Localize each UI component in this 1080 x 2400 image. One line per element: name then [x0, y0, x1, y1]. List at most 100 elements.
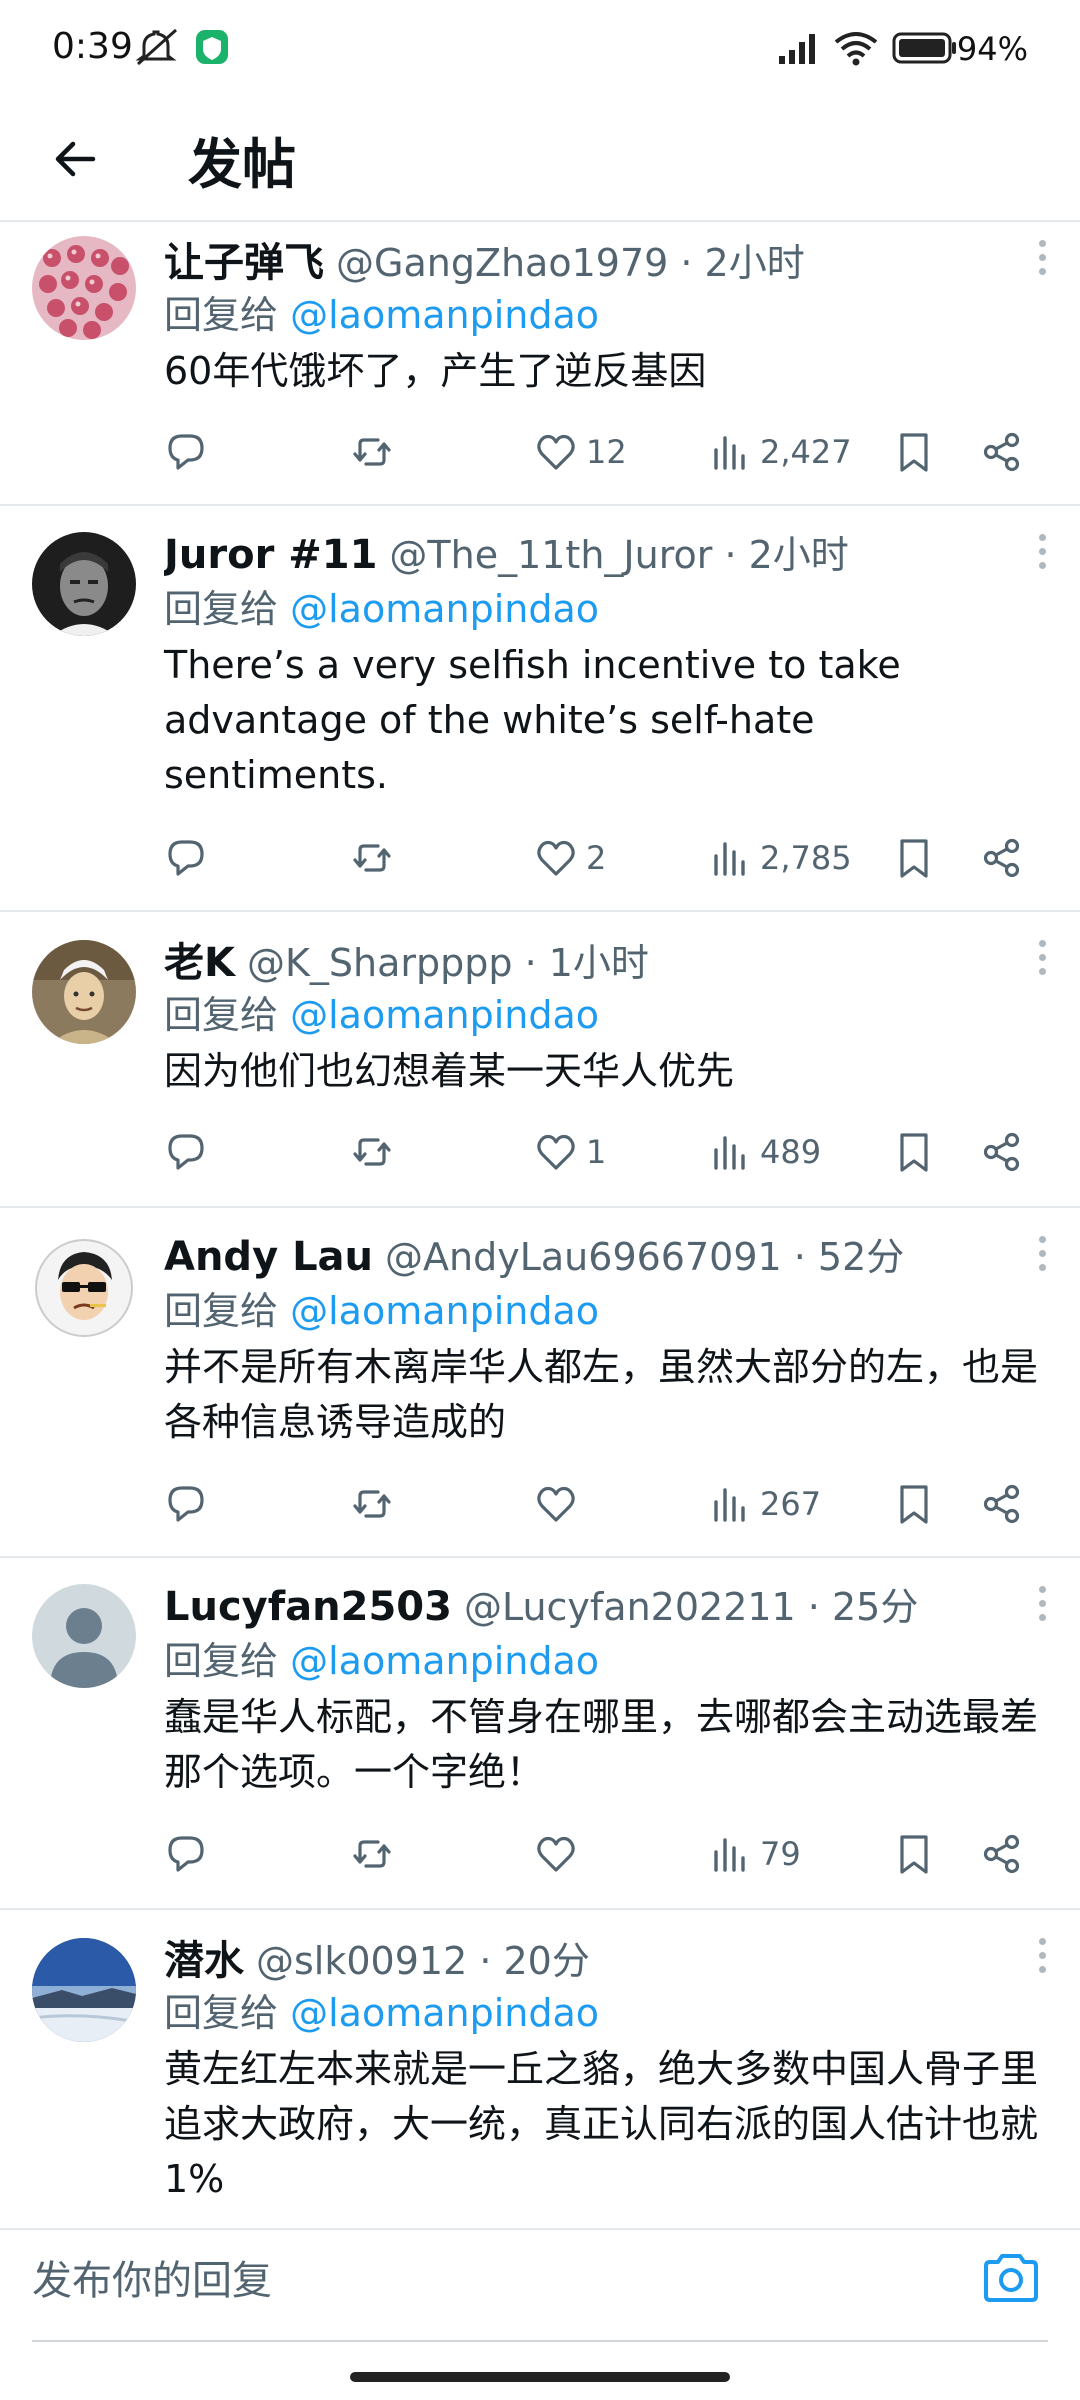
- views-button[interactable]: 2,785: [708, 828, 852, 888]
- bookmark-icon: [892, 430, 936, 474]
- reply-to-mention[interactable]: @laomanpindao: [290, 1289, 599, 1333]
- avatar[interactable]: [32, 1236, 136, 1340]
- reply-to-mention[interactable]: @laomanpindao: [290, 993, 599, 1037]
- avatar[interactable]: [32, 940, 136, 1044]
- handle-time: @AndyLau69667091 · 52分: [385, 1235, 905, 1279]
- more-options-button[interactable]: [1022, 1930, 1062, 1980]
- avatar[interactable]: [32, 532, 136, 636]
- avatar[interactable]: [32, 1584, 136, 1688]
- like-button[interactable]: 12: [534, 422, 627, 482]
- handle-time: @Lucyfan202211 · 25分: [463, 1585, 919, 1629]
- reply-item[interactable]: 让子弹飞 @GangZhao1979 · 2小时 回复给 @laomanpind…: [0, 222, 1080, 506]
- bookmark-button[interactable]: [892, 1122, 936, 1182]
- views-button[interactable]: 489: [708, 1122, 821, 1182]
- camera-button[interactable]: [978, 2246, 1044, 2312]
- avatar[interactable]: [32, 236, 136, 340]
- arrow-left-icon: [55, 141, 96, 177]
- more-options-button[interactable]: [1022, 1578, 1062, 1628]
- share-button[interactable]: [980, 828, 1024, 888]
- like-button[interactable]: [534, 1824, 586, 1884]
- like-button[interactable]: 1: [534, 1122, 606, 1182]
- reply-input[interactable]: 发布你的回复: [32, 2248, 272, 2306]
- reply-item[interactable]: Juror #11 @The_11th_Juror · 2小时 回复给 @lao…: [0, 506, 1080, 912]
- more-options-button[interactable]: [1022, 932, 1062, 982]
- status-bar: 0:39 94%: [0, 0, 1080, 100]
- share-icon: [980, 1130, 1024, 1174]
- view-count: 2,785: [760, 839, 852, 877]
- bookmark-button[interactable]: [892, 828, 936, 888]
- shield-app-icon: [194, 28, 230, 72]
- reply-text: 并不是所有木离岸华人都左，虽然大部分的左，也是各种信息诱导造成的: [164, 1345, 1039, 1444]
- repost-icon: [350, 1482, 394, 1526]
- back-button[interactable]: [40, 124, 110, 194]
- views-button[interactable]: 2,427: [708, 422, 852, 482]
- reply-to-mention[interactable]: @laomanpindao: [290, 1639, 599, 1683]
- repost-icon: [350, 430, 394, 474]
- views-bar-chart-icon: [708, 430, 752, 474]
- share-icon: [980, 836, 1024, 880]
- home-indicator[interactable]: [350, 2372, 730, 2382]
- display-name[interactable]: Lucyfan2503: [164, 1584, 452, 1630]
- reply-prefix: 回复给: [164, 1639, 279, 1683]
- reply-composer: 发布你的回复: [0, 2226, 1080, 2336]
- reply-item[interactable]: 潜水 @slk00912 · 20分 回复给 @laomanpindao 黄左红…: [0, 1910, 1080, 2230]
- bookmark-icon: [892, 1482, 936, 1526]
- repost-button[interactable]: [350, 1474, 394, 1534]
- reply-body: 老K @K_Sharpppp · 1小时 回复给 @laomanpindao 因…: [164, 930, 1056, 1099]
- display-name[interactable]: 老K: [164, 930, 235, 986]
- reply-item[interactable]: Lucyfan2503 @Lucyfan202211 · 25分 回复给 @la…: [0, 1558, 1080, 1910]
- share-button[interactable]: [980, 1474, 1024, 1534]
- reply-button[interactable]: [164, 1474, 208, 1534]
- reply-prefix: 回复给: [164, 293, 279, 337]
- more-options-button[interactable]: [1022, 526, 1062, 576]
- avatar[interactable]: [32, 1938, 136, 2042]
- reply-button[interactable]: [164, 1122, 208, 1182]
- reply-to-mention[interactable]: @laomanpindao: [290, 587, 599, 631]
- action-bar: 1 489: [164, 1122, 1034, 1182]
- views-button[interactable]: 79: [708, 1824, 801, 1884]
- reply-text: 蠢是华人标配，不管身在哪里，去哪都会主动选最差那个选项。一个字绝！: [164, 1695, 1039, 1794]
- reply-to-mention[interactable]: @laomanpindao: [290, 1991, 599, 2035]
- bookmark-button[interactable]: [892, 1474, 936, 1534]
- more-options-button[interactable]: [1022, 232, 1062, 282]
- replies-feed: 让子弹飞 @GangZhao1979 · 2小时 回复给 @laomanpind…: [0, 222, 1080, 2230]
- repost-button[interactable]: [350, 1122, 394, 1182]
- reply-to-mention[interactable]: @laomanpindao: [290, 293, 599, 337]
- reply-to-line: 回复给 @laomanpindao: [164, 286, 1056, 344]
- like-button[interactable]: [534, 1474, 586, 1534]
- bookmark-button[interactable]: [892, 1824, 936, 1884]
- reply-prefix: 回复给: [164, 587, 279, 631]
- share-icon: [980, 1482, 1024, 1526]
- handle-time: @The_11th_Juror · 2小时: [389, 533, 849, 577]
- reply-item[interactable]: 老K @K_Sharpppp · 1小时 回复给 @laomanpindao 因…: [0, 912, 1080, 1208]
- status-time: 0:39: [52, 26, 133, 67]
- views-button[interactable]: 267: [708, 1474, 821, 1534]
- more-vertical-icon: [1038, 1235, 1046, 1243]
- reply-bubble-icon: [164, 1130, 208, 1174]
- bookmark-icon: [892, 1130, 936, 1174]
- repost-icon: [350, 1130, 394, 1174]
- repost-button[interactable]: [350, 422, 394, 482]
- display-name[interactable]: Juror #11: [164, 532, 377, 578]
- more-vertical-icon: [1038, 239, 1046, 247]
- repost-button[interactable]: [350, 1824, 394, 1884]
- more-options-button[interactable]: [1022, 1228, 1062, 1278]
- bookmark-button[interactable]: [892, 422, 936, 482]
- like-button[interactable]: 2: [534, 828, 606, 888]
- reply-bubble-icon: [164, 1832, 208, 1876]
- display-name[interactable]: 潜水: [164, 1928, 244, 1984]
- display-name[interactable]: 让子弹飞: [164, 230, 324, 286]
- reply-button[interactable]: [164, 422, 208, 482]
- reply-item[interactable]: Andy Lau @AndyLau69667091 · 52分 回复给 @lao…: [0, 1208, 1080, 1558]
- reply-to-line: 回复给 @laomanpindao: [164, 1282, 1056, 1340]
- share-button[interactable]: [980, 1824, 1024, 1884]
- reply-button[interactable]: [164, 828, 208, 888]
- like-count: 2: [586, 839, 607, 877]
- wifi-icon: [832, 28, 880, 72]
- reply-button[interactable]: [164, 1824, 208, 1884]
- more-vertical-icon: [1038, 939, 1046, 947]
- repost-button[interactable]: [350, 828, 394, 888]
- display-name[interactable]: Andy Lau: [164, 1234, 373, 1280]
- share-button[interactable]: [980, 422, 1024, 482]
- share-button[interactable]: [980, 1122, 1024, 1182]
